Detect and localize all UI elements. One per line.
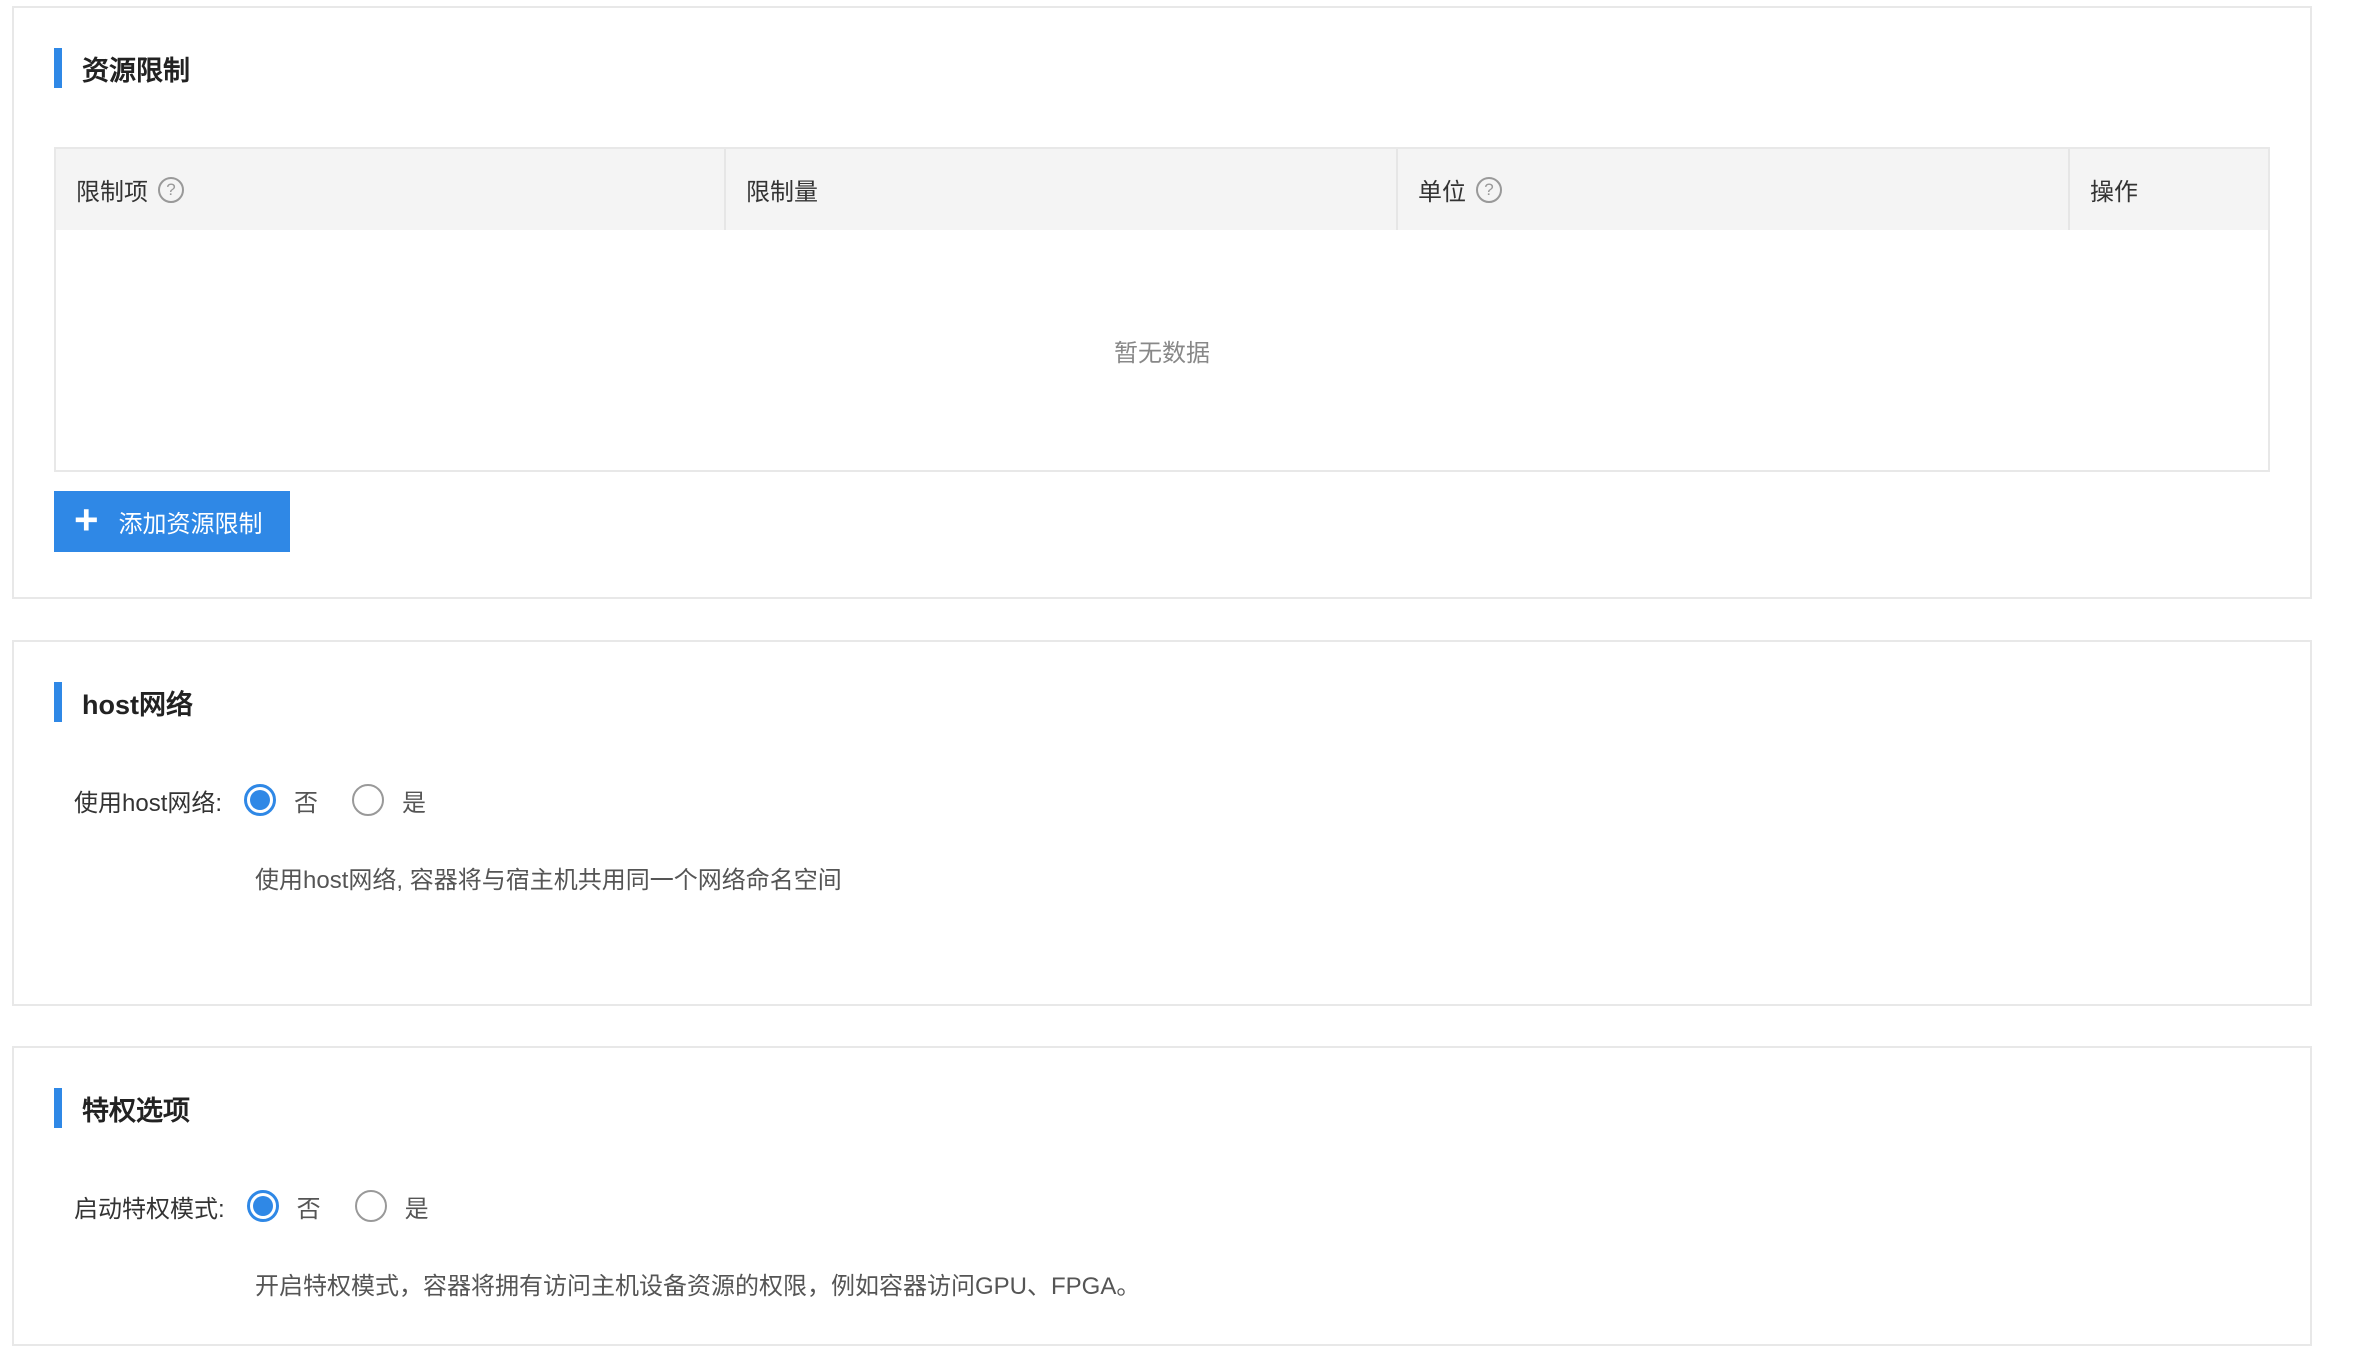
column-header-limit-item: 限制项 ?	[56, 149, 726, 230]
resource-limit-table: 限制项 ? 限制量 单位 ? 操作 暂无数据	[54, 147, 2270, 472]
add-button-label: 添加资源限制	[118, 511, 263, 538]
radio-yes[interactable]	[352, 784, 385, 816]
section-header: 资源限制	[54, 48, 190, 88]
privilege-panel: 特权选项 启动特权模式: 否 是 开启特权模式，容器将拥有访问主机设备资源的权限…	[12, 1046, 2312, 1346]
table-header: 限制项 ? 限制量 单位 ? 操作	[56, 149, 2268, 230]
radio-no[interactable]	[244, 784, 277, 816]
column-header-limit-amount: 限制量	[726, 149, 1398, 230]
title-accent-bar	[54, 48, 62, 88]
section-header: 特权选项	[54, 1088, 190, 1128]
option-label-yes: 是	[402, 789, 427, 817]
section-title: host网络	[82, 689, 193, 720]
add-resource-limit-button[interactable]: + 添加资源限制	[54, 491, 290, 552]
option-label-no: 否	[296, 1195, 321, 1223]
host-network-panel: host网络 使用host网络: 否 是 使用host网络, 容器将与宿主机共用…	[12, 640, 2312, 1006]
section-title: 资源限制	[82, 55, 190, 86]
field-label: 启动特权模式:	[74, 1195, 225, 1223]
resource-limit-panel: 资源限制 限制项 ? 限制量 单位 ? 操作 暂无数据 + 添加资源限制	[12, 6, 2312, 599]
column-header-unit: 单位 ?	[1398, 149, 2070, 230]
radio-no[interactable]	[246, 1190, 279, 1222]
section-header: host网络	[54, 682, 193, 722]
help-text: 开启特权模式，容器将拥有访问主机设备资源的权限，例如容器访问GPU、FPGA。	[255, 1273, 1141, 1300]
option-label-no: 否	[294, 789, 319, 817]
title-accent-bar	[54, 682, 62, 722]
empty-state-text: 暂无数据	[1114, 339, 1210, 367]
column-header-actions: 操作	[2090, 179, 2138, 206]
help-text: 使用host网络, 容器将与宿主机共用同一个网络命名空间	[255, 867, 842, 894]
help-icon[interactable]: ?	[158, 176, 184, 203]
option-label-yes: 是	[404, 1195, 429, 1223]
host-network-radio-group: 使用host网络: 否 是	[74, 782, 460, 818]
title-accent-bar	[54, 1088, 62, 1128]
section-title: 特权选项	[82, 1095, 190, 1126]
field-label: 使用host网络:	[74, 789, 223, 817]
radio-yes[interactable]	[354, 1190, 387, 1222]
help-icon[interactable]: ?	[1476, 176, 1502, 203]
privilege-radio-group: 启动特权模式: 否 是	[74, 1188, 463, 1224]
plus-icon: +	[74, 495, 99, 543]
